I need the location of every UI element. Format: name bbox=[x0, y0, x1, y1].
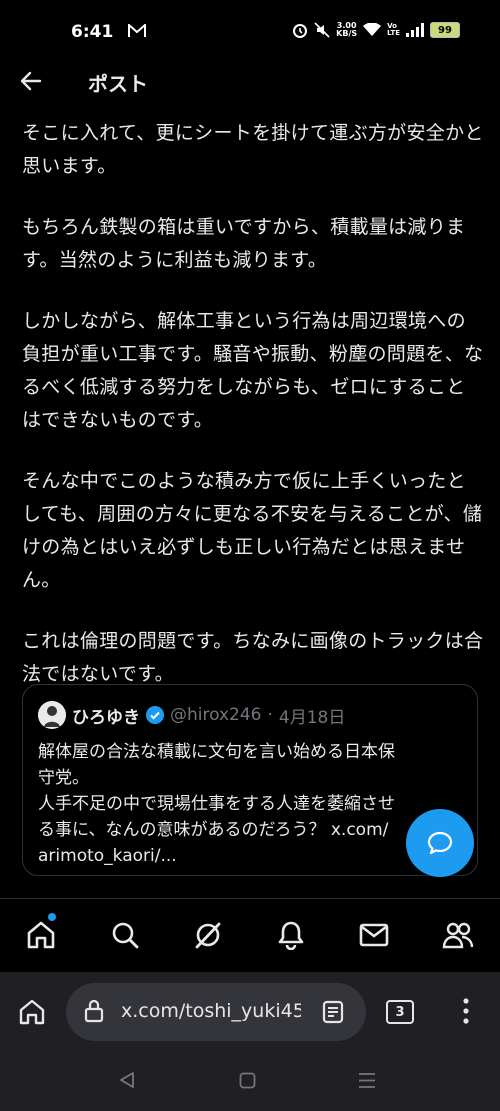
back-arrow-icon[interactable] bbox=[20, 70, 42, 92]
browser-home-icon[interactable] bbox=[18, 998, 46, 1026]
bottom-navigation bbox=[0, 900, 500, 972]
alarm-icon bbox=[292, 22, 308, 38]
system-home-icon[interactable] bbox=[239, 1072, 256, 1089]
post-paragraph: もちろん鉄製の箱は重いですから、積載量は減ります。当然のように利益も減ります。 bbox=[22, 216, 466, 271]
network-speed: 3.00 KB/S bbox=[336, 21, 358, 38]
address-bar[interactable]: x.com/toshi_yuki45 bbox=[66, 983, 366, 1041]
quoted-text-line: 守党。 bbox=[38, 768, 89, 788]
tab-switcher-button[interactable]: 3 bbox=[386, 1000, 414, 1024]
chat-bubble-icon bbox=[426, 829, 454, 857]
gmail-icon bbox=[128, 24, 146, 38]
home-icon[interactable] bbox=[26, 920, 56, 950]
notifications-bell-icon[interactable] bbox=[276, 920, 306, 950]
battery-indicator: 99 bbox=[430, 22, 460, 38]
quoted-post-text: 解体屋の合法な積載に文句を言い始める日本保 守党。 人手不足の中で現場仕事をする… bbox=[38, 739, 468, 869]
signal-icon bbox=[406, 23, 424, 37]
page-title: ポスト bbox=[88, 72, 148, 96]
grok-icon[interactable] bbox=[193, 920, 223, 950]
quoted-author-name[interactable]: ひろゆき bbox=[72, 703, 140, 728]
quoted-text-line: 人手不足の中で現場仕事をする人達を萎縮させ bbox=[38, 794, 395, 814]
home-notification-dot bbox=[48, 913, 56, 921]
app-header: ポスト bbox=[0, 50, 500, 114]
communities-icon[interactable] bbox=[442, 920, 474, 950]
quoted-author-handle: @hirox246 bbox=[170, 705, 262, 725]
compose-reply-button[interactable] bbox=[406, 809, 474, 877]
quoted-text-line: る事に、なんの意味があるのだろう？ x.com/ bbox=[38, 820, 389, 840]
wifi-icon bbox=[363, 23, 382, 37]
lock-icon[interactable] bbox=[84, 999, 104, 1023]
verified-badge-icon bbox=[146, 706, 164, 724]
url-text[interactable]: x.com/toshi_yuki45 bbox=[121, 1000, 301, 1022]
browser-toolbar: x.com/toshi_yuki45 3 bbox=[0, 972, 500, 1052]
system-navigation-bar bbox=[0, 1052, 500, 1111]
quoted-post-header: ひろゆき @hirox246 · 4月18日 bbox=[38, 701, 345, 729]
clock: 6:41 bbox=[71, 22, 114, 42]
post-paragraph: そこに入れて、更にシートを掛けて運ぶ方が安全かと思います。 bbox=[22, 122, 484, 177]
quoted-text-line: 解体屋の合法な積載に文句を言い始める日本保 bbox=[38, 742, 395, 762]
quoted-text-line: arimoto_kaori/... bbox=[38, 846, 177, 866]
quoted-post-date: 4月18日 bbox=[278, 707, 346, 728]
post-paragraph: しかしながら、解体工事という行為は周辺環境への負担が重い工事です。騒音や振動、粉… bbox=[22, 310, 484, 431]
volte-indicator: Vo LTE bbox=[387, 22, 400, 37]
avatar[interactable] bbox=[38, 701, 66, 729]
search-icon[interactable] bbox=[110, 920, 140, 950]
post-paragraph: そんな中でこのような積み方で仮に上手くいったとしても、周囲の方々に更なる不安を与… bbox=[22, 470, 483, 591]
more-options-icon[interactable] bbox=[462, 998, 470, 1024]
system-back-icon[interactable] bbox=[118, 1071, 136, 1089]
post-body: そこに入れて、更にシートを掛けて運ぶ方が安全かと思います。 もちろん鉄製の箱は重… bbox=[22, 117, 484, 719]
separator-dot: · bbox=[267, 705, 273, 725]
messages-mail-icon[interactable] bbox=[359, 920, 389, 950]
divider bbox=[0, 898, 500, 899]
system-recents-icon[interactable] bbox=[358, 1072, 376, 1089]
mute-icon bbox=[314, 22, 330, 38]
status-bar: 6:41 3.00 KB/S Vo LTE 99 bbox=[0, 0, 500, 50]
post-paragraph: これは倫理の問題です。ちなみに画像のトラックは合法ではないです。 bbox=[22, 630, 484, 685]
reader-mode-icon[interactable] bbox=[322, 1000, 344, 1024]
